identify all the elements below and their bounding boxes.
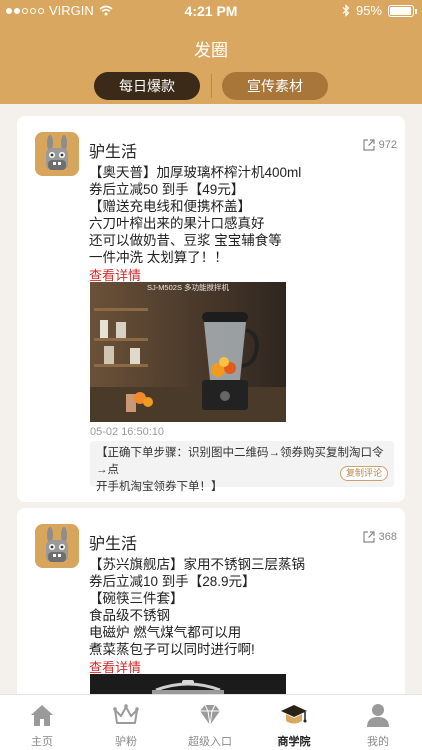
image-caption: SJ-M502S 多功能搅拌机: [147, 282, 230, 292]
donkey-logo-icon: [35, 132, 79, 176]
post-line: 六刀叶榨出来的果汁口感真好: [89, 216, 265, 231]
post-line: 还可以做奶昔、豆浆 宝宝辅食等: [89, 233, 282, 248]
tip-line: 开手机淘宝领券下单！】: [96, 481, 223, 493]
author-name[interactable]: 驴生活: [89, 138, 137, 162]
post-line: 【赠送充电线和便携杯盖】: [89, 199, 251, 214]
bottom-tab-bar: 主页 驴粉 超级入口 商学院 我的: [0, 694, 422, 750]
tab-daily-hot[interactable]: 每日爆款: [94, 72, 200, 100]
post-text: 【苏兴旗舰店】家用不锈钢三层蒸锅 券后立减10 到手【28.9元】 【碗筷三件套…: [89, 556, 389, 676]
tab-label: 超级入口: [188, 736, 232, 748]
tab-promo-materials[interactable]: 宣传素材: [222, 72, 328, 100]
share-icon: [363, 139, 375, 151]
tab-label: 我的: [367, 736, 389, 748]
crown-icon: [113, 704, 139, 724]
post-timestamp: 05-02 16:50:10: [90, 426, 165, 438]
post-card: 驴生活 368 【苏兴旗舰店】家用不锈钢三层蒸锅 券后立减10 到手【28.9元…: [17, 508, 405, 694]
avatar[interactable]: [35, 524, 79, 568]
share-count: 368: [378, 531, 397, 543]
battery-percent: 95%: [355, 3, 382, 18]
post-line: 【碗筷三件套】: [89, 591, 184, 606]
battery-icon: [388, 4, 417, 17]
diamond-icon: [200, 704, 220, 726]
post-line: 电磁炉 燃气煤气都可以用: [89, 625, 242, 640]
author-name[interactable]: 驴生活: [89, 530, 137, 554]
segment-divider: [211, 74, 212, 98]
post-line: 【苏兴旗舰店】家用不锈钢三层蒸锅: [89, 557, 305, 572]
page-title: 发圈: [194, 41, 228, 60]
post-text: 【奥天普】加厚玻璃杯榨汁机400ml 券后立减50 到手【49元】 【赠送充电线…: [89, 164, 389, 284]
copy-comment-button[interactable]: 复制评论: [340, 466, 388, 481]
post-line: 一件冲洗 太划算了！！: [89, 250, 228, 265]
post-line: 券后立减10 到手【28.9元】: [89, 574, 256, 589]
tab-label: 驴粉: [115, 736, 137, 748]
post-line: 券后立减50 到手【49元】: [89, 182, 245, 197]
tab-fans[interactable]: 驴粉: [84, 695, 168, 750]
post-line: 食品级不锈钢: [89, 608, 170, 623]
tab-business-school[interactable]: 商学院: [252, 695, 336, 750]
tab-label: 商学院: [277, 736, 311, 748]
share-count: 972: [378, 139, 397, 151]
bluetooth-icon: [342, 4, 350, 17]
order-tip-box: 【正确下单步骤：识别图中二维码→领券购买复制淘口令→点 开手机淘宝领券下单！】 …: [90, 441, 394, 493]
header: VIRGIN 4:21 PM 95% 发圈 每日爆款 宣传素材: [0, 0, 422, 104]
post-line: 煮菜蒸包子可以同时进行啊!: [89, 642, 255, 657]
share-icon: [363, 531, 375, 543]
tab-me[interactable]: 我的: [336, 695, 420, 750]
tab-super-entry[interactable]: 超级入口: [168, 695, 252, 750]
tab-label: 主页: [31, 736, 53, 748]
product-image[interactable]: [90, 674, 286, 694]
avatar[interactable]: [35, 132, 79, 176]
post-card: 驴生活 972 【奥天普】加厚玻璃杯榨汁机400ml 券后立减50 到手【49元…: [17, 116, 405, 502]
person-icon: [367, 704, 389, 727]
product-image[interactable]: SJ-M502S 多功能搅拌机: [90, 282, 286, 422]
post-line: 【奥天普】加厚玻璃杯榨汁机400ml: [89, 165, 302, 180]
tab-home[interactable]: 主页: [0, 695, 84, 750]
post-feed[interactable]: 驴生活 972 【奥天普】加厚玻璃杯榨汁机400ml 券后立减50 到手【49元…: [0, 104, 422, 694]
status-bar: VIRGIN 4:21 PM 95%: [0, 0, 422, 22]
home-icon: [31, 705, 53, 726]
donkey-logo-icon: [35, 524, 79, 568]
graduation-cap-icon: [281, 705, 307, 724]
share-button[interactable]: 972: [362, 138, 397, 152]
share-button[interactable]: 368: [362, 530, 397, 544]
